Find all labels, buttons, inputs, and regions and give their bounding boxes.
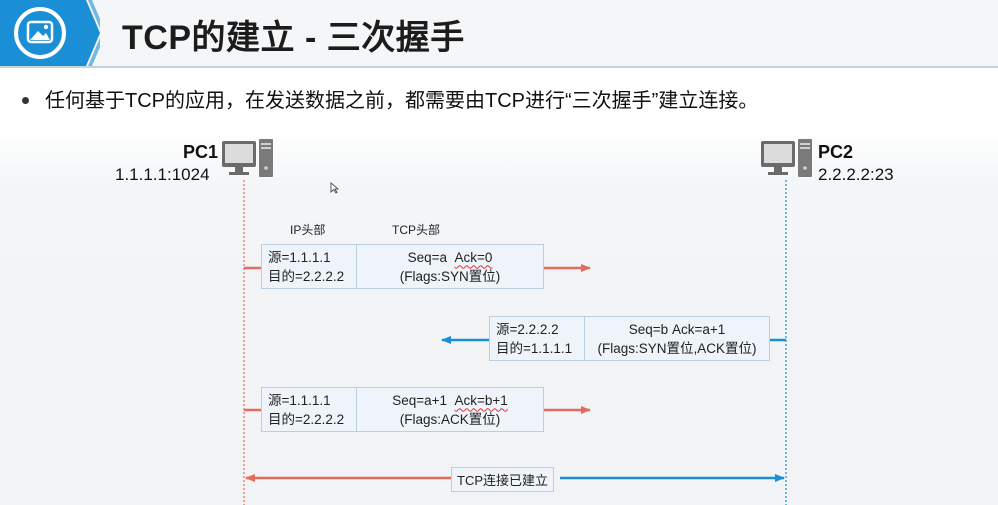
tcp-ack: Ack=b+1 [454, 392, 508, 408]
pc1-address: 1.1.1.1:1024 [115, 165, 210, 184]
packet-tcp-section: Seq=a Ack=0 (Flags:SYN置位) [357, 245, 543, 288]
computer-icon [222, 139, 273, 177]
tcp-flags: (Flags:ACK置位) [399, 411, 501, 427]
ip-header-label: IP头部 [290, 223, 326, 237]
tcp-ack: Ack=a+1 [671, 321, 726, 337]
connection-established-label: TCP连接已建立 [451, 467, 555, 492]
ip-source: 源=1.1.1.1 [268, 249, 331, 265]
tcp-flags: (Flags:SYN置位,ACK置位) [597, 340, 757, 356]
packet-syn-ack: 源=2.2.2.2 目的=1.1.1.1 Seq=b Ack=a+1 (Flag… [489, 316, 770, 361]
tcp-seq: Seq=a [407, 249, 447, 265]
packet-tcp-section: Seq=b Ack=a+1 (Flags:SYN置位,ACK置位) [585, 317, 769, 360]
tcp-ack: Ack=0 [454, 249, 493, 265]
tcp-flags: (Flags:SYN置位) [399, 268, 501, 284]
pc1-name: PC1 [183, 142, 219, 162]
tcp-seq: Seq=a+1 [392, 392, 447, 408]
tcp-header-label: TCP头部 [392, 223, 441, 237]
packet-ip-section: 源=1.1.1.1 目的=2.2.2.2 [262, 388, 357, 431]
computer-icon [761, 139, 812, 177]
ip-destination: 目的=1.1.1.1 [496, 340, 573, 356]
ip-destination: 目的=2.2.2.2 [268, 268, 345, 284]
ip-source: 源=2.2.2.2 [496, 321, 559, 337]
cursor-icon [330, 182, 340, 194]
tcp-seq: Seq=b [628, 321, 669, 337]
pc2-address: 2.2.2.2:23 [818, 165, 894, 184]
packet-tcp-section: Seq=a+1 Ack=b+1 (Flags:ACK置位) [357, 388, 543, 431]
pc2-name: PC2 [818, 142, 854, 162]
packet-ip-section: 源=2.2.2.2 目的=1.1.1.1 [490, 317, 585, 360]
ip-source: 源=1.1.1.1 [268, 392, 331, 408]
ip-destination: 目的=2.2.2.2 [268, 411, 345, 427]
packet-ip-section: 源=1.1.1.1 目的=2.2.2.2 [262, 245, 357, 288]
packet-syn: 源=1.1.1.1 目的=2.2.2.2 Seq=a Ack=0 (Flags:… [261, 244, 544, 289]
packet-ack: 源=1.1.1.1 目的=2.2.2.2 Seq=a+1 Ack=b+1 (Fl… [261, 387, 544, 432]
